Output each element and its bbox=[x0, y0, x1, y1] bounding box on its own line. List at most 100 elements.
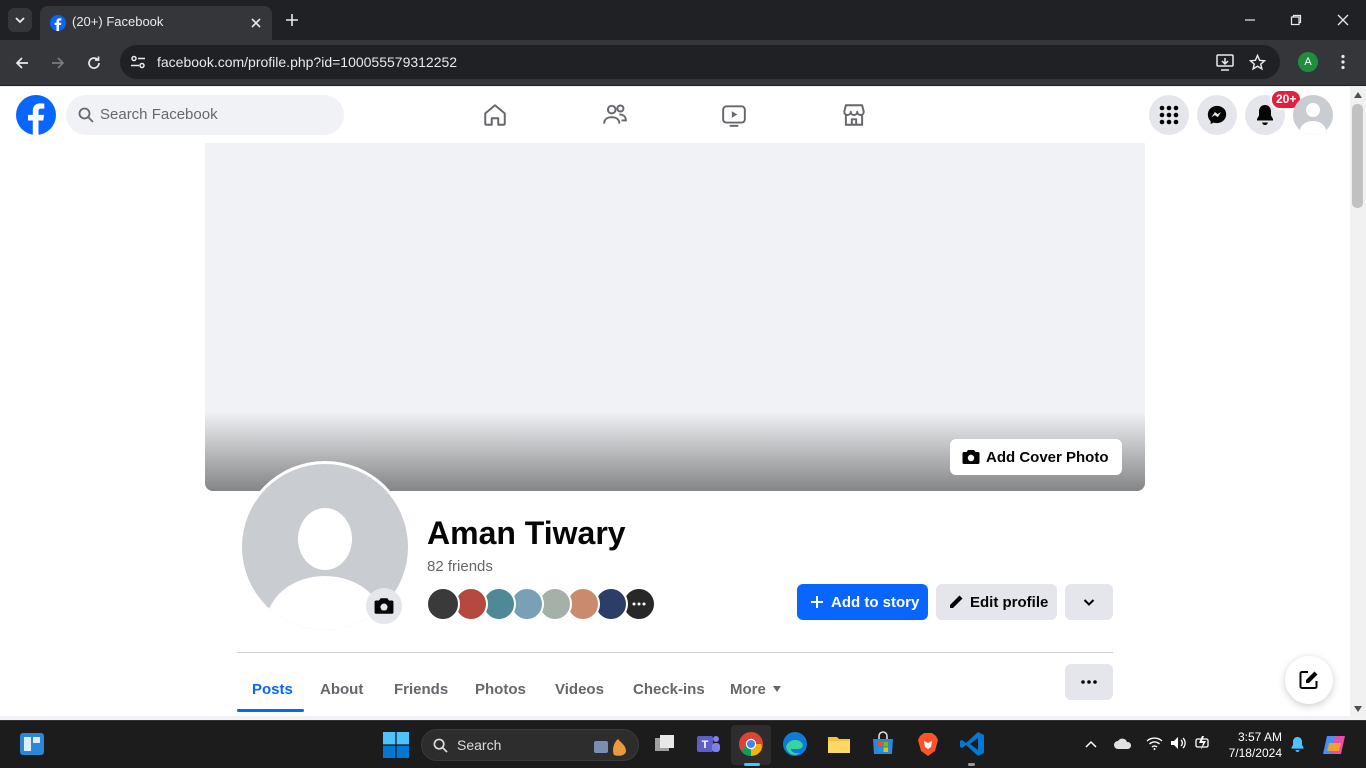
grid-menu-icon bbox=[1159, 105, 1179, 125]
add-cover-photo-button[interactable]: Add Cover Photo bbox=[950, 439, 1122, 475]
clock-time: 3:57 AM bbox=[1237, 730, 1282, 744]
pencil-icon bbox=[950, 595, 963, 608]
tab-friends[interactable]: Friends bbox=[394, 665, 448, 713]
bookmark-star-icon[interactable] bbox=[1249, 54, 1266, 71]
forward-icon[interactable] bbox=[50, 55, 66, 71]
chevron-up-icon[interactable] bbox=[1085, 740, 1097, 748]
tab-label: Check-ins bbox=[633, 680, 705, 698]
profile-picture[interactable] bbox=[239, 461, 411, 633]
tab-search-button[interactable] bbox=[8, 8, 32, 32]
address-bar[interactable]: facebook.com/profile.php?id=100055579312… bbox=[120, 45, 1280, 79]
window-close-icon[interactable] bbox=[1337, 14, 1349, 26]
notification-bell-icon[interactable] bbox=[1290, 736, 1305, 753]
volume-icon[interactable] bbox=[1170, 736, 1187, 750]
brave-icon[interactable] bbox=[915, 731, 941, 757]
vscode-running-indicator bbox=[968, 763, 975, 766]
restore-icon[interactable] bbox=[1290, 14, 1302, 26]
taskbar-search-label: Search bbox=[457, 737, 502, 753]
file-explorer-icon[interactable] bbox=[826, 731, 852, 757]
home-icon bbox=[484, 104, 506, 126]
nav-marketplace-button[interactable] bbox=[798, 93, 910, 137]
profile-name: Aman Tiwary bbox=[427, 515, 626, 551]
svg-text:T: T bbox=[702, 739, 709, 751]
menu-button[interactable] bbox=[1149, 95, 1189, 135]
new-tab-icon[interactable] bbox=[284, 12, 300, 28]
nav-video-button[interactable] bbox=[678, 93, 790, 137]
scroll-up-arrow-icon[interactable] bbox=[1354, 92, 1362, 98]
messenger-icon bbox=[1207, 105, 1227, 125]
system-clock[interactable]: 3:57 AM 7/18/2024 bbox=[1224, 729, 1282, 761]
tab-title: (20+) Facebook bbox=[72, 14, 164, 29]
new-message-button[interactable] bbox=[1285, 656, 1333, 704]
profile-options-button[interactable] bbox=[1065, 664, 1113, 700]
tab-about[interactable]: About bbox=[320, 665, 363, 713]
friend-avatar[interactable] bbox=[426, 587, 460, 621]
facebook-search-input[interactable]: Search Facebook bbox=[66, 95, 344, 135]
friends-icon bbox=[603, 104, 627, 124]
battery-icon[interactable] bbox=[1194, 735, 1211, 751]
compose-icon bbox=[1299, 671, 1318, 689]
friends-count-link[interactable]: 82 friends bbox=[427, 558, 493, 575]
tab-photos[interactable]: Photos bbox=[475, 665, 526, 713]
reload-icon[interactable] bbox=[86, 55, 102, 71]
add-to-story-button[interactable]: Add to story bbox=[797, 584, 928, 620]
tab-posts[interactable]: Posts bbox=[252, 665, 293, 713]
cover-photo-area: Add Cover Photo bbox=[205, 143, 1145, 491]
scroll-down-arrow-icon[interactable] bbox=[1354, 706, 1362, 712]
task-view-icon[interactable] bbox=[652, 731, 678, 757]
profile-more-dropdown-button[interactable] bbox=[1065, 584, 1113, 620]
ellipsis-icon bbox=[632, 602, 646, 606]
bell-icon bbox=[1257, 105, 1273, 125]
chrome-icon[interactable] bbox=[738, 731, 764, 757]
facebook-favicon-icon bbox=[50, 15, 66, 31]
close-tab-icon[interactable] bbox=[250, 17, 262, 29]
install-app-icon[interactable] bbox=[1216, 54, 1234, 71]
chevron-down-icon bbox=[1083, 599, 1095, 606]
plus-icon bbox=[811, 596, 823, 608]
onedrive-icon[interactable] bbox=[1113, 737, 1133, 750]
chrome-menu-icon[interactable] bbox=[1336, 54, 1350, 70]
tab-videos[interactable]: Videos bbox=[555, 665, 604, 713]
section-divider bbox=[237, 652, 1113, 653]
marketplace-icon bbox=[843, 104, 865, 126]
browser-tab-strip: (20+) Facebook bbox=[0, 0, 1366, 40]
browser-tab-facebook[interactable]: (20+) Facebook bbox=[40, 6, 272, 40]
edit-profile-button[interactable]: Edit profile bbox=[936, 584, 1057, 620]
microsoft-store-icon[interactable] bbox=[870, 731, 896, 757]
vscode-icon[interactable] bbox=[959, 731, 985, 757]
update-profile-picture-button[interactable] bbox=[366, 588, 402, 624]
chrome-profile-avatar[interactable]: A bbox=[1298, 52, 1318, 72]
windows-taskbar: Search T 3:57 AM 7/18/2024 bbox=[0, 720, 1366, 768]
search-icon bbox=[433, 738, 448, 753]
facebook-logo-icon[interactable] bbox=[16, 95, 56, 135]
teams-icon[interactable]: T bbox=[695, 731, 721, 757]
url-text: facebook.com/profile.php?id=100055579312… bbox=[157, 54, 458, 70]
site-info-icon[interactable] bbox=[130, 55, 146, 69]
camera-icon bbox=[962, 450, 980, 464]
back-icon[interactable] bbox=[14, 55, 30, 71]
minimize-icon[interactable] bbox=[1244, 14, 1256, 26]
tab-label: Photos bbox=[475, 680, 526, 698]
windows-start-icon[interactable] bbox=[383, 732, 409, 758]
nav-friends-button[interactable] bbox=[559, 93, 671, 137]
messenger-button[interactable] bbox=[1197, 95, 1237, 135]
search-highlight-icon bbox=[594, 739, 626, 756]
taskbar-search-box[interactable]: Search bbox=[421, 729, 639, 761]
tab-label: Videos bbox=[555, 680, 604, 698]
wifi-icon[interactable] bbox=[1146, 736, 1163, 750]
nav-home-button[interactable] bbox=[439, 93, 551, 137]
tab-check-ins[interactable]: Check-ins bbox=[633, 665, 705, 713]
edge-icon[interactable] bbox=[782, 731, 808, 757]
account-avatar[interactable] bbox=[1293, 95, 1333, 135]
clock-date: 7/18/2024 bbox=[1228, 746, 1282, 760]
tab-more[interactable]: More bbox=[730, 665, 782, 713]
caret-down-icon bbox=[772, 686, 781, 692]
chrome-running-indicator bbox=[744, 763, 760, 766]
facebook-top-nav: Search Facebook 20+ bbox=[0, 87, 1350, 143]
search-icon bbox=[78, 107, 94, 123]
copilot-icon[interactable] bbox=[1321, 733, 1347, 757]
search-placeholder: Search Facebook bbox=[100, 106, 218, 123]
profile-page: Add Cover Photo Aman Tiwary 82 friends A… bbox=[0, 143, 1350, 716]
scrollbar-thumb[interactable] bbox=[1352, 104, 1363, 208]
widgets-button[interactable] bbox=[20, 733, 44, 755]
